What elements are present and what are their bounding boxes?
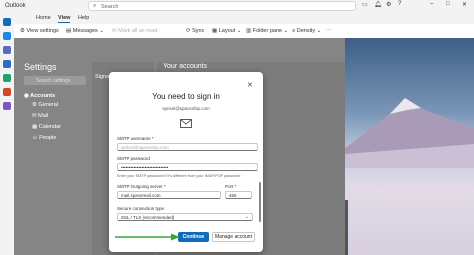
envelope-icon — [180, 119, 192, 128]
mountain-image — [345, 98, 474, 168]
layout-label: Layout — [218, 28, 236, 34]
tab-home[interactable]: Home — [36, 15, 51, 21]
dialog-email: sprisel@spaceship.com — [162, 106, 210, 111]
smtp-server-label: SMTP Outgoing server * — [117, 184, 166, 189]
ribbon: ⚙ View settings ▤ Messages ⌄ ✉ Mark all … — [14, 24, 474, 39]
password-hint: Enter your SMTP password if it's differe… — [117, 174, 241, 178]
close-window-icon[interactable]: ✕ — [462, 1, 467, 8]
nav-accounts[interactable]: ◉ Accounts — [24, 93, 55, 99]
maximize-icon[interactable]: □ — [446, 1, 450, 7]
security-label: Secure connection type — [117, 206, 165, 211]
smtp-username-value: sprisel@spaceship.com — [121, 145, 169, 150]
layout-button[interactable]: ▦ Layout ⌄ — [212, 28, 241, 34]
background-wallpaper — [345, 38, 474, 255]
search-icon: ⌕ — [93, 3, 97, 9]
view-settings-label: View settings — [26, 28, 59, 34]
meeting-icon[interactable]: ▭ — [362, 1, 368, 8]
nav-people[interactable]: ☺ People — [32, 135, 56, 141]
help-icon[interactable]: ? — [398, 1, 401, 7]
excel-icon[interactable] — [3, 74, 11, 82]
smtp-server-input[interactable]: mail.spacemail.com — [117, 191, 221, 199]
smtp-password-input[interactable]: •••••••••••••••••••••••••••••• — [117, 163, 258, 171]
bell-icon[interactable]: 🔔︎ — [374, 1, 382, 8]
content-title: Your accounts — [163, 63, 208, 70]
search-box[interactable]: ⌕ Search — [88, 1, 356, 11]
port-label: Port * — [225, 184, 237, 189]
nav-calendar[interactable]: ▦ Calendar — [32, 124, 61, 130]
port-value: 465 — [229, 193, 237, 198]
settings-search[interactable]: Search settings — [24, 76, 86, 85]
settings-gear-icon[interactable]: ⚙ — [386, 1, 391, 8]
nav-general[interactable]: ⚙ General — [32, 102, 58, 108]
word-icon[interactable] — [3, 60, 11, 68]
messages-button[interactable]: ▤ Messages ⌄ — [66, 28, 104, 34]
mark-all-read-button[interactable]: ✉ Mark all as read — [112, 28, 157, 34]
calendar-icon[interactable] — [3, 32, 11, 40]
powerpoint-icon[interactable] — [3, 88, 11, 96]
app-rail — [0, 12, 14, 255]
nav-mail[interactable]: ✉ Mail — [32, 113, 48, 119]
tab-view[interactable]: View — [58, 15, 71, 23]
view-settings-button[interactable]: ⚙ View settings — [20, 28, 59, 34]
page-scrollbar[interactable] — [345, 200, 348, 255]
smtp-username-input[interactable]: sprisel@spaceship.com — [117, 143, 258, 151]
close-icon[interactable]: ✕ — [247, 81, 253, 89]
nav-calendar-label: Calendar — [38, 124, 62, 130]
annotation-arrow-icon — [115, 233, 180, 241]
sign-in-dialog: ✕ You need to sign in sprisel@spaceship.… — [109, 72, 263, 252]
folder-pane-button[interactable]: ▥ Folder pane ⌄ — [246, 28, 288, 34]
search-placeholder: Search — [101, 3, 119, 10]
folder-pane-label: Folder pane — [252, 28, 283, 34]
minimize-icon[interactable]: – — [430, 1, 433, 7]
settings-title: Settings — [24, 62, 57, 72]
density-button[interactable]: ≡ Density ⌄ — [292, 28, 321, 34]
tab-help[interactable]: Help — [78, 15, 89, 21]
mark-all-read-label: Mark all as read — [118, 28, 158, 34]
sync-label: Sync — [192, 28, 205, 34]
nav-general-label: General — [38, 102, 59, 108]
nav-mail-label: Mail — [38, 113, 49, 119]
smtp-username-label: SMTP username * — [117, 136, 154, 141]
more-options-icon[interactable]: ⋯ — [326, 28, 332, 34]
mail-icon[interactable] — [3, 18, 11, 26]
sync-button[interactable]: ⟳ Sync — [186, 28, 204, 34]
smtp-password-value: •••••••••••••••••••••••••••••• — [121, 165, 169, 170]
smtp-server-value: mail.spacemail.com — [121, 193, 161, 198]
title-bar: Outlook ⌕ Search ▭ 🔔︎ ⚙ ? – □ ✕ — [0, 0, 474, 12]
app-title: Outlook — [5, 3, 26, 9]
menu-tabs: Home View Help — [14, 12, 474, 24]
people-icon[interactable] — [3, 46, 11, 54]
dialog-title: You need to sign in — [152, 92, 220, 101]
nav-accounts-label: Accounts — [30, 93, 56, 99]
smtp-password-label: SMTP password — [117, 156, 150, 161]
security-value: SSL / TLS (recommended) — [121, 215, 175, 220]
security-select[interactable]: SSL / TLS (recommended) ⌄ — [117, 213, 253, 221]
dialog-scrollbar[interactable] — [259, 182, 261, 222]
chevron-down-icon: ⌄ — [244, 214, 249, 220]
settings-search-placeholder: Search settings — [36, 77, 71, 84]
manage-account-button[interactable]: Manage account — [212, 232, 255, 242]
apps-icon[interactable] — [3, 102, 11, 110]
nav-people-label: People — [39, 135, 57, 141]
continue-button[interactable]: Continue — [178, 232, 209, 242]
density-label: Density — [296, 28, 316, 34]
port-input[interactable]: 465 — [225, 191, 252, 199]
messages-label: Messages — [72, 28, 98, 34]
